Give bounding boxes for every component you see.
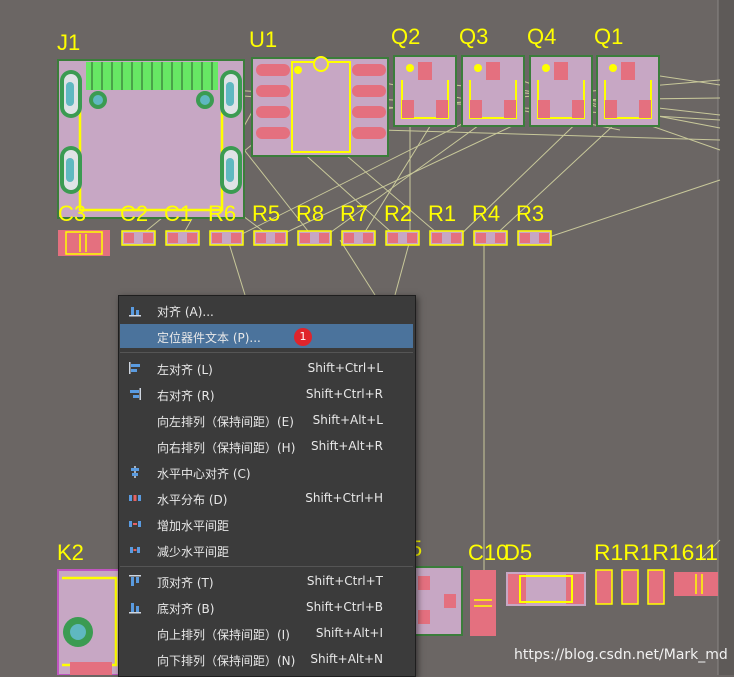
menu-item-distribute-h[interactable]: 水平分布 (D) Shift+Ctrl+H <box>120 486 413 510</box>
align-right-icon <box>130 388 141 400</box>
c5-footprint[interactable] <box>411 566 463 636</box>
u1-footprint[interactable] <box>251 56 389 157</box>
q1-footprint[interactable] <box>596 55 660 127</box>
menu-item-align-hcenter[interactable]: 水平中心对齐 (C) <box>120 460 413 484</box>
menu-item-align[interactable]: 对齐 (A)... <box>120 298 413 322</box>
align-left-icon <box>129 362 140 374</box>
menu-item-arrange-down[interactable]: 向下排列（保持间距）(N) Shift+Alt+N <box>120 647 413 671</box>
designator-q1: Q1 <box>594 24 623 49</box>
designator-r6: R6 <box>208 201 236 226</box>
align-icon <box>129 307 141 317</box>
q3-footprint[interactable] <box>461 55 525 127</box>
menu-separator <box>120 566 413 567</box>
menu-item-shortcut: Shift+Ctrl+B <box>306 600 383 614</box>
menu-item-arrange-left[interactable]: 向左排列（保持间距）(E) Shift+Alt+L <box>120 408 413 432</box>
q2-footprint[interactable] <box>393 55 457 127</box>
designator-r5: R5 <box>252 201 280 226</box>
k2-footprint[interactable] <box>57 569 121 675</box>
menu-item-align-top[interactable]: 顶对齐 (T) Shift+Ctrl+T <box>120 569 413 593</box>
menu-item-label: 对齐 (A)... <box>157 305 214 319</box>
menu-item-align-bottom[interactable]: 底对齐 (B) Shift+Ctrl+B <box>120 595 413 619</box>
align-top-icon <box>129 575 141 586</box>
designator-c10: C10 <box>468 540 508 565</box>
menu-item-align-right[interactable]: 右对齐 (R) Shift+Ctrl+R <box>120 382 413 406</box>
menu-item-shortcut: Shift+Ctrl+H <box>305 491 383 505</box>
designator-k2: K2 <box>57 540 84 565</box>
menu-item-label: 增加水平间距 <box>157 519 230 533</box>
menu-item-label: 底对齐 (B) <box>157 602 215 616</box>
designator-r4: R4 <box>472 201 500 226</box>
menu-item-label: 水平中心对齐 (C) <box>157 467 251 481</box>
d5-footprint[interactable] <box>506 572 586 606</box>
menu-separator <box>120 352 413 353</box>
j1-footprint[interactable] <box>57 59 245 219</box>
menu-item-label: 减少水平间距 <box>157 545 230 559</box>
designator-q3: Q3 <box>459 24 488 49</box>
align-bottom-icon <box>129 603 141 614</box>
menu-item-position-component-text[interactable]: 定位器件文本 (P)... 1 <box>120 324 413 348</box>
designator-r3: R3 <box>516 201 544 226</box>
designator-q4: Q4 <box>527 24 556 49</box>
designator-u1: U1 <box>249 27 277 52</box>
menu-item-shortcut: Shift+Alt+L <box>312 413 383 427</box>
r-group-footprints[interactable] <box>595 569 718 605</box>
designator-d5: D5 <box>504 540 532 565</box>
step-badge: 1 <box>294 328 312 346</box>
menu-item-increase-h-spacing[interactable]: 增加水平间距 <box>120 512 413 536</box>
menu-item-shortcut: Shift+Ctrl+L <box>307 361 383 375</box>
menu-item-label: 向下排列（保持间距）(N) <box>157 654 296 668</box>
menu-item-shortcut: Shift+Ctrl+T <box>306 574 383 588</box>
designator-r8: R8 <box>296 201 324 226</box>
menu-item-label: 右对齐 (R) <box>157 389 215 403</box>
menu-item-align-left[interactable]: 左对齐 (L) Shift+Ctrl+L <box>120 356 413 380</box>
menu-item-shortcut: Shift+Alt+R <box>311 439 383 453</box>
designator-r2: R2 <box>384 201 412 226</box>
menu-item-shortcut: Shift+Alt+I <box>315 626 383 640</box>
menu-item-label: 顶对齐 (T) <box>157 576 214 590</box>
menu-item-label: 左对齐 (L) <box>157 363 213 377</box>
menu-item-shortcut: Shift+Alt+N <box>310 652 383 666</box>
board-edge <box>718 0 734 675</box>
designator-r-group: R1R1R1611 <box>594 540 718 565</box>
menu-item-label: 水平分布 (D) <box>157 493 228 507</box>
designator-c2: C2 <box>120 201 148 226</box>
passive-row[interactable] <box>121 230 552 246</box>
menu-item-shortcut: Shift+Ctrl+R <box>305 387 383 401</box>
menu-item-arrange-right[interactable]: 向右排列（保持间距）(H) Shift+Alt+R <box>120 434 413 458</box>
increase-h-spacing-icon <box>129 521 141 527</box>
designator-c3: C3 <box>58 201 86 226</box>
menu-item-arrange-up[interactable]: 向上排列（保持间距）(I) Shift+Alt+I <box>120 621 413 645</box>
designator-q2: Q2 <box>391 24 420 49</box>
watermark: https://blog.csdn.net/Mark_md <box>514 647 728 663</box>
menu-item-label: 定位器件文本 (P)... <box>157 331 261 345</box>
designator-r1: R1 <box>428 201 456 226</box>
q4-footprint[interactable] <box>529 55 593 127</box>
menu-item-label: 向左排列（保持间距）(E) <box>157 415 294 429</box>
context-menu: 对齐 (A)... 定位器件文本 (P)... 1 左对齐 (L) Shift+… <box>118 295 416 677</box>
align-hcenter-icon <box>131 466 139 478</box>
distribute-h-icon <box>129 495 141 501</box>
menu-item-label: 向右排列（保持间距）(H) <box>157 441 296 455</box>
designator-r7: R7 <box>340 201 368 226</box>
decrease-h-spacing-icon <box>130 547 140 553</box>
menu-item-decrease-h-spacing[interactable]: 减少水平间距 <box>120 538 413 562</box>
designator-c1: C1 <box>164 201 192 226</box>
c3-footprint[interactable] <box>58 230 110 256</box>
c10-footprint[interactable] <box>470 570 496 636</box>
designator-j1: J1 <box>57 30 80 55</box>
menu-item-label: 向上排列（保持间距）(I) <box>157 628 290 642</box>
